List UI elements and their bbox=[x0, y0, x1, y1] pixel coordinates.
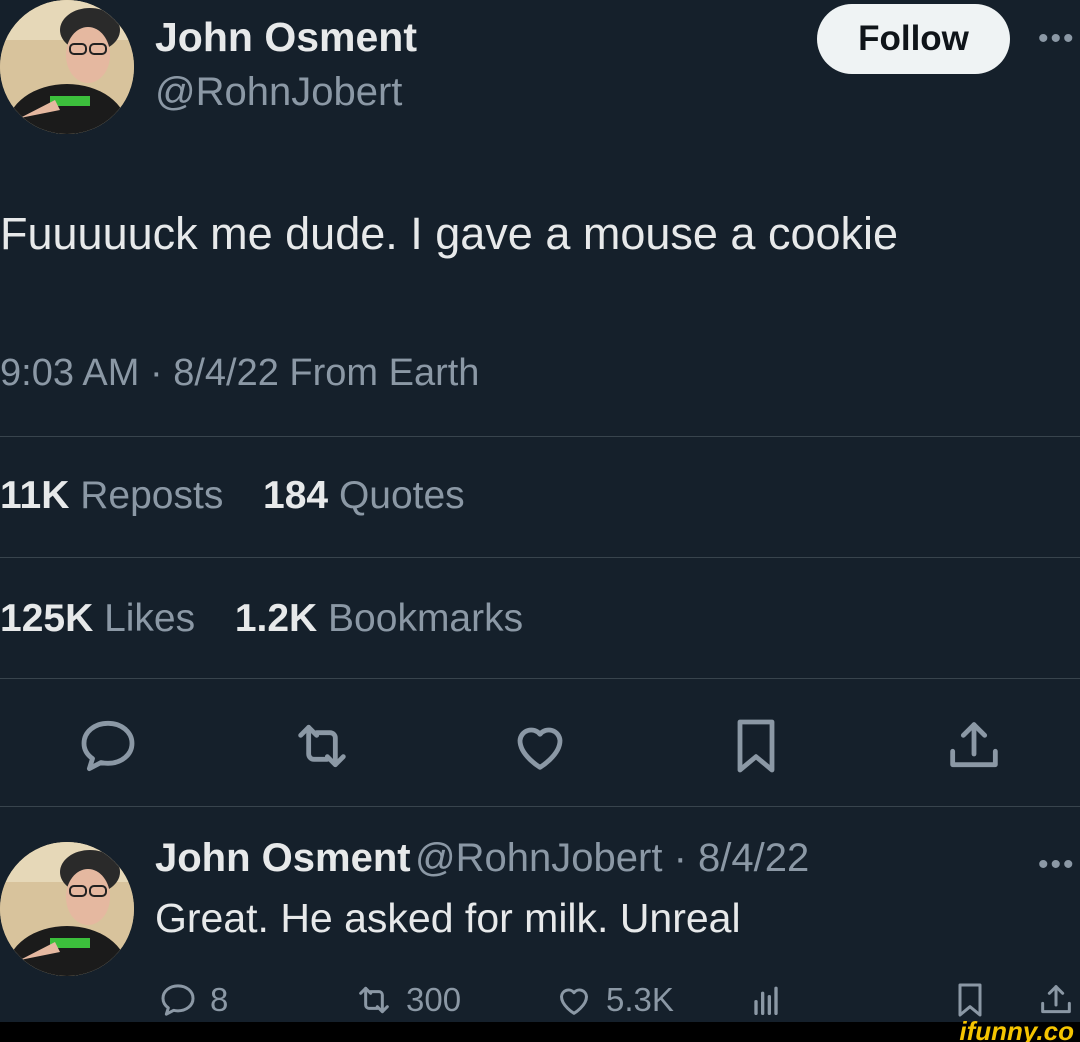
tweet-detail-page: John Osment @RohnJobert Follow ••• Fuuuu… bbox=[0, 0, 1080, 1042]
more-options-icon[interactable]: ••• bbox=[1038, 22, 1076, 56]
repost-quote-stats: 11K Reposts 184 Quotes bbox=[0, 474, 465, 518]
author-handle[interactable]: @RohnJobert bbox=[155, 70, 402, 115]
tweet-text: Fuuuuuck me dude. I gave a mouse a cooki… bbox=[0, 208, 899, 259]
bookmarks-count: 1.2K bbox=[234, 597, 318, 640]
author-name[interactable]: John Osment bbox=[155, 14, 417, 61]
quotes-count: 184 bbox=[263, 474, 329, 517]
share-icon bbox=[1041, 985, 1071, 1014]
repost-count: 300 bbox=[406, 981, 462, 1018]
ifunny-watermark: ifunny.co bbox=[959, 1016, 1074, 1042]
follow-button[interactable]: Follow bbox=[817, 4, 1010, 74]
reply-more-options-icon[interactable]: ••• bbox=[1038, 848, 1076, 882]
bottom-bar bbox=[0, 1022, 1080, 1042]
views-icon bbox=[754, 986, 778, 1015]
repost-icon[interactable] bbox=[290, 714, 354, 778]
divider bbox=[0, 678, 1080, 679]
reply-like-button[interactable]: 5.3K bbox=[554, 978, 674, 1022]
reposts-stat[interactable]: 11K Reposts bbox=[0, 474, 223, 517]
quotes-stat[interactable]: 184 Quotes bbox=[263, 474, 465, 517]
reply-icon bbox=[161, 984, 195, 1016]
like-icon bbox=[560, 988, 588, 1015]
reply-repost-button[interactable]: 300 bbox=[354, 978, 461, 1022]
likes-bookmarks-stats: 125K Likes 1.2K Bookmarks bbox=[0, 597, 523, 641]
reply-text: Great. He asked for milk. Unreal bbox=[155, 895, 741, 941]
bookmark-icon[interactable] bbox=[724, 714, 788, 778]
avatar[interactable] bbox=[0, 0, 134, 134]
reply-reply-button[interactable]: 8 bbox=[158, 978, 228, 1022]
quotes-label: Quotes bbox=[338, 474, 465, 517]
reply-header: John Osment @RohnJobert · 8/4/22 bbox=[155, 836, 809, 881]
repost-icon bbox=[359, 986, 389, 1014]
likes-label: Likes bbox=[104, 597, 196, 640]
reply-handle-date[interactable]: @RohnJobert · 8/4/22 bbox=[415, 836, 809, 880]
divider bbox=[0, 557, 1080, 558]
like-icon[interactable] bbox=[508, 714, 572, 778]
reply-count: 8 bbox=[210, 981, 229, 1018]
reply-icon[interactable] bbox=[76, 714, 140, 778]
divider bbox=[0, 436, 1080, 437]
reposts-count: 11K bbox=[0, 474, 70, 517]
bookmarks-label: Bookmarks bbox=[328, 597, 524, 640]
reply-views-button[interactable] bbox=[746, 978, 798, 1022]
tweet-timestamp[interactable]: 9:03 AM · 8/4/22 From Earth bbox=[0, 352, 479, 395]
reply-avatar[interactable] bbox=[0, 842, 134, 976]
likes-count: 125K bbox=[0, 597, 94, 640]
likes-stat[interactable]: 125K Likes bbox=[0, 597, 195, 640]
bookmarks-stat[interactable]: 1.2K Bookmarks bbox=[235, 597, 523, 640]
bookmark-icon bbox=[958, 983, 982, 1017]
reposts-label: Reposts bbox=[80, 474, 224, 517]
like-count: 5.3K bbox=[606, 981, 674, 1018]
share-icon[interactable] bbox=[942, 714, 1006, 778]
divider bbox=[0, 806, 1080, 807]
reply-author-name[interactable]: John Osment bbox=[155, 836, 411, 880]
